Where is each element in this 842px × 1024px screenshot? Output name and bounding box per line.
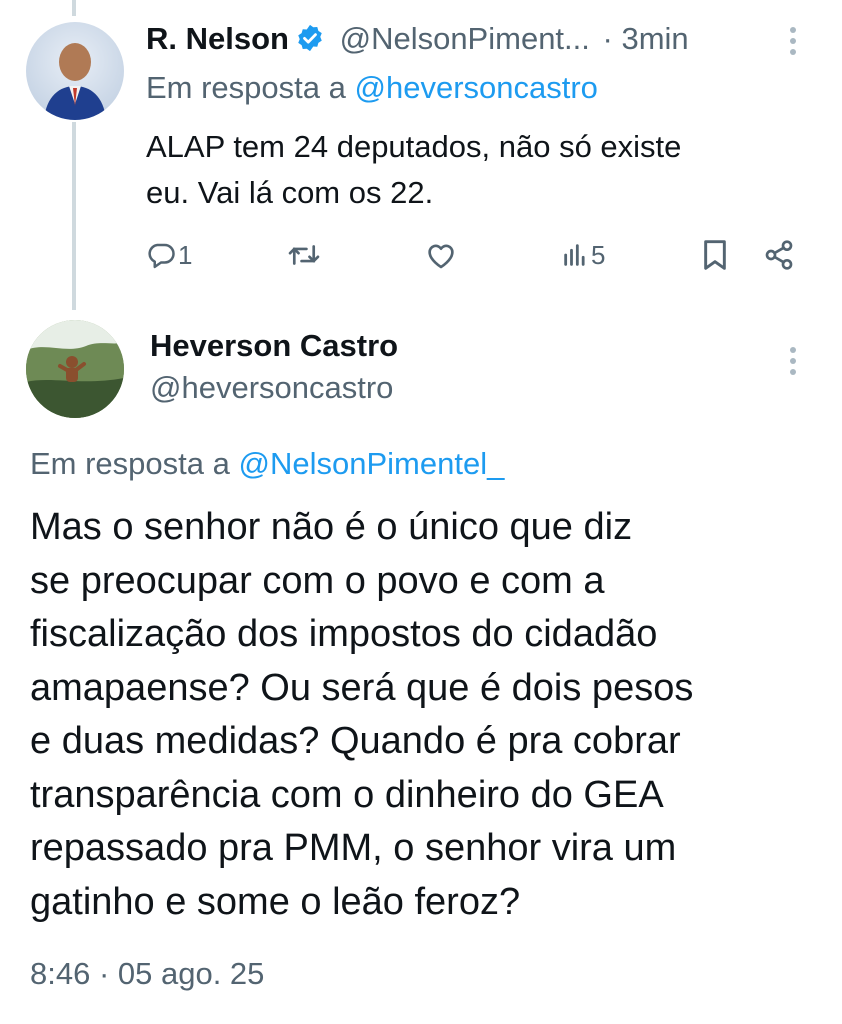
verified-badge-icon [295,23,325,61]
like-icon [425,240,457,270]
nelson-more-icon[interactable] [789,27,797,60]
nelson-time[interactable]: · 3min [603,21,689,56]
like-button[interactable] [425,236,457,274]
reply-mention-link[interactable]: @heversoncastro [355,70,598,105]
thread-line-top [72,0,76,16]
heverson-more-icon[interactable] [789,347,797,380]
nelson-avatar-photo [44,43,106,120]
nelson-header: R. Nelson @NelsonPiment... · 3min [146,21,689,61]
bookmark-button[interactable] [701,236,729,274]
tweet-text-line: repassado pra PMM, o senhor vira um [30,827,677,869]
reply-prefix: Em resposta a [146,70,346,105]
tweet-text-line: amapaense? Ou será que é dois pesos [30,666,694,709]
share-button[interactable] [763,236,795,274]
nelson-reply-context: Em resposta a @heversoncastro [146,70,598,106]
heverson-avatar[interactable] [26,320,124,418]
nelson-avatar[interactable] [26,22,124,120]
tweet-text-line: transparência com o dinheiro do GEA [30,773,664,816]
retweet-icon [287,240,321,270]
tweet-text-line: ALAP tem 24 deputados, não só existe [146,129,682,164]
tweet-text-line: Mas o senhor não é o único que diz [30,506,633,548]
thread-line [72,122,76,310]
tweet-text-line: e duas medidas? Quando é pra cobrar [30,720,681,762]
views-icon [561,240,589,270]
views-count: 5 [591,239,606,270]
heverson-avatar-photo [26,320,124,418]
heverson-handle[interactable]: @heversoncastro [150,370,393,406]
nelson-display-name[interactable]: R. Nelson [146,21,289,56]
bookmark-icon [701,239,729,271]
tweet-text-line: se preocupar com o povo e com a [30,559,605,602]
tweet-timestamp[interactable]: 8:46 · 05 ago. 25 [30,956,264,992]
nelson-tweet-text: ALAP tem 24 deputados, não só existe eu.… [146,124,681,216]
reply-button[interactable]: 1 [146,236,192,274]
nelson-handle[interactable]: @NelsonPiment... [340,21,590,56]
retweet-button[interactable] [287,236,321,274]
reply-mention-link[interactable]: @NelsonPimentel_ [239,446,505,481]
main-tweet-text: Mas o senhor não é o único que diz se pr… [30,501,693,929]
views-button[interactable]: 5 [561,236,605,274]
heverson-reply-context: Em resposta a @NelsonPimentel_ [30,446,504,482]
heverson-display-name[interactable]: Heverson Castro [150,328,398,364]
share-icon [763,239,795,271]
tweet-text-line: fiscalização dos impostos do cidadão [30,613,658,655]
tweet-text-line: eu. Vai lá com os 22. [146,175,434,210]
reply-icon [146,240,176,270]
reply-count: 1 [178,239,193,270]
reply-prefix: Em resposta a [30,446,230,481]
tweet-text-line: gatinho e some o leão feroz? [30,880,521,923]
